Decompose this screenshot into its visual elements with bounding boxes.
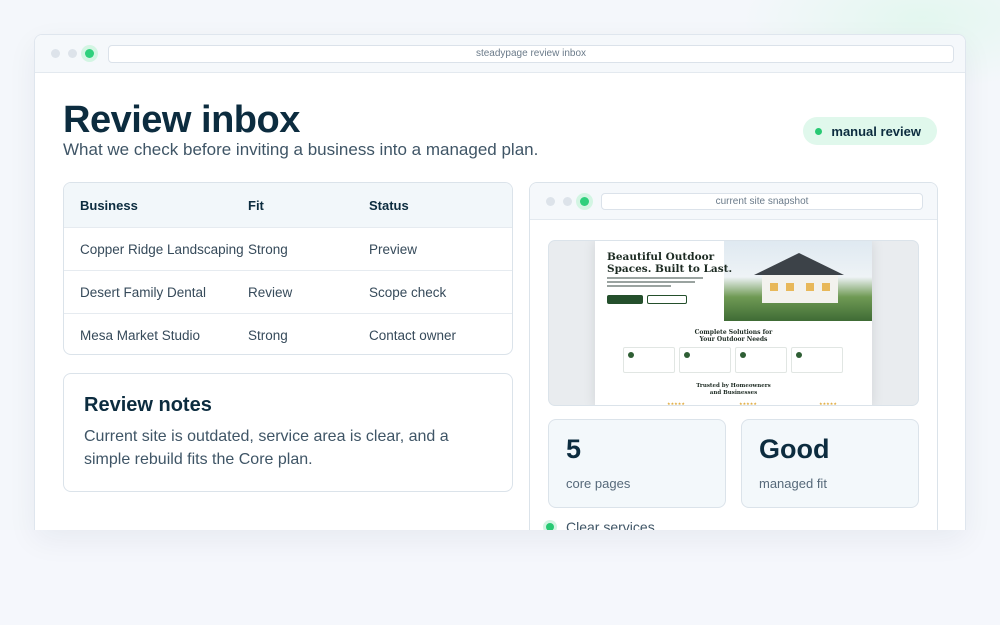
cell-status: Preview: [369, 241, 418, 257]
browser-window: steadypage review inbox Review inbox Wha…: [34, 34, 966, 530]
status-badge: manual review: [803, 117, 937, 145]
review-table: Business Fit Status Copper Ridge Landsca…: [63, 182, 513, 355]
text-line: [607, 277, 703, 279]
cell-fit: Review: [248, 284, 293, 300]
hero-subtext: [607, 277, 707, 287]
stat-label: managed fit: [759, 476, 827, 491]
window-dot-icon[interactable]: [546, 196, 555, 206]
checklist-item: Clear services: [546, 519, 655, 530]
address-bar[interactable]: steadypage review inbox: [108, 44, 954, 63]
cell-business: Copper Ridge Landscaping: [80, 241, 244, 257]
hero-primary-button: [607, 295, 643, 304]
cell-status: Contact owner: [369, 327, 457, 343]
house-window: [822, 283, 830, 291]
window-dot-active-icon[interactable]: [580, 196, 589, 206]
table-row[interactable]: Copper Ridge Landscaping Strong Preview: [64, 227, 512, 270]
hero-title: Beautiful Outdoor Spaces. Built to Last.: [607, 251, 732, 275]
house-window: [806, 283, 814, 291]
house-roof: [754, 253, 844, 275]
service-card: [623, 347, 675, 373]
text-line: [607, 281, 695, 283]
window-dot-icon[interactable]: [51, 49, 60, 58]
service-card: [791, 347, 843, 373]
cell-fit: Strong: [248, 241, 288, 257]
hero-title-line: Spaces. Built to Last.: [607, 263, 733, 275]
stat-value: Good: [759, 434, 830, 464]
column-header-fit: Fit: [248, 197, 264, 213]
panel-chrome: current site snapshot: [530, 183, 937, 220]
site-hero: Beautiful Outdoor Spaces. Built to Last.: [595, 241, 872, 321]
hero-secondary-button: [647, 295, 687, 304]
bottom-band: [0, 530, 1000, 625]
page-title: Review inbox: [63, 99, 300, 141]
stars-icon: ★★★★★: [819, 401, 837, 406]
trusted-title-line: Trusted by Homeowners: [696, 383, 771, 389]
badge-label: manual review: [831, 123, 921, 139]
leaf-icon: [628, 352, 634, 358]
page-subtitle: What we check before inviting a business…: [63, 140, 539, 159]
house-photo: [724, 241, 872, 321]
trusted-title: Trusted by Homeowners and Businesses: [595, 383, 872, 397]
stat-label: core pages: [566, 476, 631, 491]
table-row[interactable]: Mesa Market Studio Strong Contact owner: [64, 313, 512, 354]
cell-business: Mesa Market Studio: [80, 327, 201, 343]
hero-title-line: Beautiful Outdoor: [607, 251, 715, 263]
cell-fit: Strong: [248, 327, 288, 343]
cell-status: Scope check: [369, 284, 447, 300]
notes-title: Review notes: [84, 394, 212, 416]
snapshot-panel: current site snapshot Beautiful Outdoor …: [529, 182, 938, 530]
cell-business: Desert Family Dental: [80, 284, 207, 300]
service-card: [679, 347, 731, 373]
stars-icon: ★★★★★: [667, 401, 685, 406]
badge-dot-icon: [815, 127, 823, 135]
flower-icon: [684, 352, 690, 358]
section-title: Complete Solutions for Your Outdoor Need…: [595, 329, 872, 343]
column-header-business: Business: [80, 197, 138, 213]
sprinkler-icon: [740, 352, 746, 358]
section-title-line: Complete Solutions for: [694, 329, 773, 336]
checklist-label: Clear services: [566, 519, 655, 530]
section-title-line: Your Outdoor Needs: [699, 336, 768, 343]
notes-body: Current site is outdated, service area i…: [84, 428, 449, 468]
text-line: [607, 285, 671, 287]
check-dot-icon: [546, 523, 554, 530]
trusted-title-line: and Businesses: [709, 390, 758, 396]
site-preview: Beautiful Outdoor Spaces. Built to Last.…: [595, 241, 872, 406]
site-snapshot-image: Beautiful Outdoor Spaces. Built to Last.…: [548, 240, 919, 406]
stat-card-fit: Good managed fit: [741, 419, 919, 508]
column-header-status: Status: [369, 197, 409, 213]
house-body: [762, 275, 838, 303]
stat-card-pages: 5 core pages: [548, 419, 726, 508]
tree-icon: [796, 352, 802, 358]
house-window: [786, 283, 794, 291]
snapshot-address-bar[interactable]: current site snapshot: [601, 192, 923, 210]
window-dot-active-icon[interactable]: [85, 49, 94, 58]
window-dot-icon[interactable]: [563, 196, 572, 206]
window-dot-icon[interactable]: [68, 49, 77, 58]
service-card: [735, 347, 787, 373]
table-row[interactable]: Desert Family Dental Review Scope check: [64, 270, 512, 313]
window-chrome: steadypage review inbox: [35, 35, 965, 73]
stat-value: 5: [566, 434, 582, 464]
stars-icon: ★★★★★: [739, 401, 757, 406]
house-window: [770, 283, 778, 291]
service-cards: [623, 347, 843, 373]
table-header: Business Fit Status: [64, 183, 512, 227]
review-notes-card: Review notes Current site is outdated, s…: [63, 373, 513, 492]
